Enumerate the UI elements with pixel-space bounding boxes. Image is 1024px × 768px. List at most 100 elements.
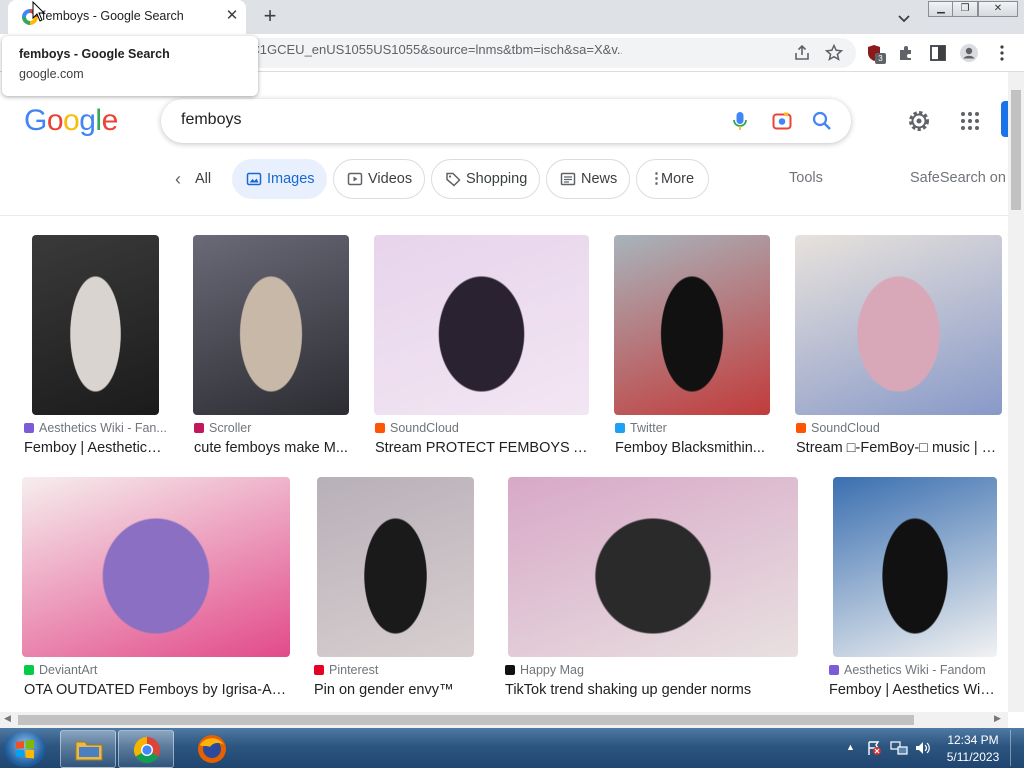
result-title[interactable]: Femboy | Aesthetics ...: [24, 440, 166, 456]
result-source[interactable]: Happy Mag: [505, 663, 584, 677]
result-source[interactable]: SoundCloud: [796, 421, 880, 435]
mouse-cursor-icon: [32, 1, 46, 22]
taskbar-file-explorer[interactable]: [60, 730, 116, 768]
result-thumbnail[interactable]: [508, 477, 798, 657]
filter-videos[interactable]: Videos: [333, 159, 425, 199]
search-box[interactable]: femboys: [161, 99, 851, 143]
result-thumbnail[interactable]: [193, 235, 349, 415]
result-source-label: Pinterest: [329, 663, 379, 677]
result-title[interactable]: cute femboys make M...: [194, 440, 352, 456]
result-source-label: Twitter: [630, 421, 667, 435]
source-favicon-icon: [796, 423, 806, 433]
filter-news-label: News: [581, 171, 618, 187]
search-query[interactable]: femboys: [181, 111, 241, 129]
hover-card-domain: google.com: [19, 67, 84, 81]
search-icon[interactable]: [811, 110, 833, 132]
result-title[interactable]: Femboy | Aesthetics Wiki...: [829, 682, 999, 698]
image-icon: [246, 172, 262, 186]
google-logo-letter: o: [63, 104, 80, 137]
tab-search-chevron-icon[interactable]: [894, 8, 914, 28]
start-button[interactable]: [4, 731, 46, 767]
result-source[interactable]: Aesthetics Wiki - Fan...: [24, 421, 167, 435]
firefox-icon[interactable]: [196, 733, 228, 765]
source-favicon-icon: [314, 665, 324, 675]
result-title[interactable]: Stream PROTECT FEMBOYS AT ...: [375, 440, 593, 456]
tab-strip: femboys - Google Search ✕ + ▁ ❐ ✕: [0, 0, 1024, 34]
show-hidden-icons-arrow[interactable]: ▲: [846, 742, 855, 752]
close-window-button[interactable]: ✕: [978, 1, 1018, 17]
google-logo[interactable]: Google: [24, 104, 118, 138]
scroll-right-arrow-icon[interactable]: ▶: [994, 713, 1001, 724]
google-logo-letter: g: [79, 104, 96, 137]
horizontal-scrollbar-thumb[interactable]: [18, 715, 914, 725]
safesearch-toggle[interactable]: SafeSearch on: [910, 170, 1006, 186]
result-source-label: SoundCloud: [811, 421, 880, 435]
network-icon[interactable]: [890, 740, 908, 756]
google-logo-letter: o: [46, 104, 64, 137]
source-favicon-icon: [505, 665, 515, 675]
result-title[interactable]: TikTok trend shaking up gender norms: [505, 682, 805, 698]
scroll-left-arrow-icon[interactable]: ◀: [4, 713, 11, 724]
filter-shopping[interactable]: Shopping: [431, 159, 540, 199]
result-source[interactable]: Aesthetics Wiki - Fandom: [829, 663, 986, 677]
source-favicon-icon: [24, 423, 34, 433]
settings-gear-icon[interactable]: [906, 108, 932, 134]
voice-search-mic-icon[interactable]: [729, 110, 751, 132]
video-play-icon: [347, 172, 363, 186]
source-favicon-icon: [194, 423, 204, 433]
bookmark-star-icon[interactable]: [824, 43, 844, 63]
result-title[interactable]: Pin on gender envy™: [314, 682, 476, 698]
taskbar-chrome[interactable]: [118, 730, 174, 768]
result-title[interactable]: OTA OUTDATED Femboys by Igrisa-Ado...: [24, 682, 290, 698]
filter-images-label: Images: [267, 171, 315, 187]
result-title[interactable]: Femboy Blacksmithin...: [615, 440, 773, 456]
tools-button[interactable]: Tools: [789, 170, 823, 186]
hover-card-title: femboys - Google Search: [19, 47, 170, 61]
header-divider: [0, 215, 1008, 216]
share-icon[interactable]: [792, 43, 812, 63]
profile-avatar-icon[interactable]: [959, 43, 979, 63]
filter-all[interactable]: ‹ All: [166, 159, 224, 199]
result-thumbnail[interactable]: [833, 477, 997, 657]
volume-speaker-icon[interactable]: [914, 740, 932, 756]
result-thumbnail[interactable]: [614, 235, 770, 415]
result-source[interactable]: SoundCloud: [375, 421, 459, 435]
google-apps-grid-icon[interactable]: [960, 111, 980, 131]
filter-more-label: More: [661, 171, 695, 187]
extension-shield-icon[interactable]: 3: [864, 43, 886, 64]
action-center-flag-icon[interactable]: [866, 740, 882, 756]
taskbar-date[interactable]: 5/11/2023: [940, 750, 1006, 764]
filter-images[interactable]: Images: [232, 159, 327, 199]
extensions-puzzle-icon[interactable]: [896, 43, 916, 63]
taskbar-time[interactable]: 12:34 PM: [940, 733, 1006, 747]
result-source-label: DeviantArt: [39, 663, 98, 677]
show-desktop-button[interactable]: [1010, 730, 1022, 766]
google-lens-camera-icon[interactable]: [771, 110, 793, 132]
result-thumbnail[interactable]: [795, 235, 1002, 415]
result-thumbnail[interactable]: [32, 235, 159, 415]
result-thumbnail[interactable]: [374, 235, 589, 415]
minimize-button[interactable]: ▁: [928, 1, 954, 17]
result-thumbnail[interactable]: [22, 477, 290, 657]
filter-all-label: All: [195, 171, 212, 187]
result-source[interactable]: Pinterest: [314, 663, 378, 677]
result-title[interactable]: Stream □-FemBoy-□ music | Li...: [796, 440, 1002, 456]
side-panel-icon[interactable]: [928, 43, 948, 63]
close-tab-icon[interactable]: ✕: [224, 7, 240, 25]
result-source[interactable]: Twitter: [615, 421, 667, 435]
new-tab-button[interactable]: +: [258, 5, 282, 29]
filter-more[interactable]: ⋮ More: [636, 159, 709, 199]
tab-hover-card: femboys - Google Search google.com: [2, 36, 258, 96]
restore-button[interactable]: ❐: [952, 1, 978, 17]
filter-shopping-label: Shopping: [466, 171, 528, 187]
vertical-scrollbar-thumb[interactable]: [1011, 90, 1021, 210]
result-source-label: Happy Mag: [520, 663, 584, 677]
price-tag-icon: [446, 172, 461, 187]
source-favicon-icon: [615, 423, 625, 433]
result-source[interactable]: DeviantArt: [24, 663, 97, 677]
result-source[interactable]: Scroller: [194, 421, 251, 435]
result-thumbnail[interactable]: [317, 477, 474, 657]
menu-kebab-icon[interactable]: [992, 43, 1012, 63]
source-favicon-icon: [375, 423, 385, 433]
filter-news[interactable]: News: [546, 159, 630, 199]
